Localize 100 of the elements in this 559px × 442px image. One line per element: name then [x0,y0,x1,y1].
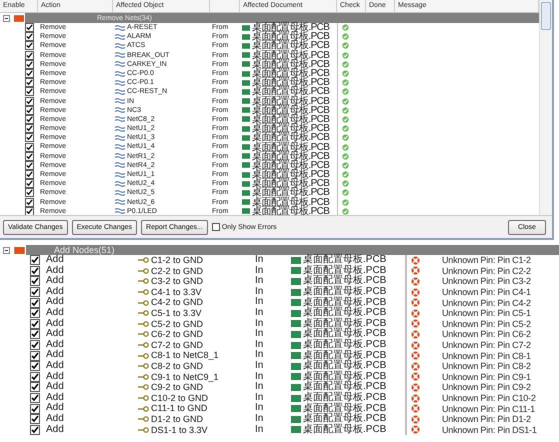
node-icon [138,426,149,433]
checkbox[interactable] [30,329,40,340]
checkbox[interactable] [30,361,40,372]
checkbox[interactable] [30,340,40,350]
net-icon [115,126,125,132]
folder-icon [14,14,24,22]
action-text: Add [46,360,64,372]
checkbox[interactable] [30,318,40,329]
checkbox[interactable] [30,404,40,414]
action-text: Add [46,266,64,276]
checkbox[interactable] [30,414,40,424]
action-text: Add [46,350,64,360]
checkbox[interactable] [25,23,34,32]
message-text: Unknown Pin: Pin C10-2 [442,393,536,404]
document-name: 桌面配置母板.PCB [252,170,330,180]
collapse-icon[interactable] [3,14,10,22]
net-icon [115,116,125,122]
checkbox[interactable] [30,350,40,361]
action-text: Add [46,297,64,308]
document-name: 桌面配置母板.PCB [303,329,386,340]
checkbox[interactable] [25,188,34,198]
document-name: 桌面配置母板.PCB [303,414,386,424]
checkbox[interactable] [212,223,220,231]
checkbox[interactable] [25,41,34,50]
action-text: Add [46,340,64,350]
document-name: 桌面配置母板.PCB [303,287,386,298]
checkbox[interactable] [25,96,34,106]
checkbox[interactable] [25,32,34,42]
checkbox[interactable] [25,179,34,188]
document-name: 桌面配置母板.PCB [303,266,386,276]
net-icon [115,88,125,95]
checkbox[interactable] [30,372,40,382]
checkbox[interactable] [25,124,34,134]
check-icon [342,116,349,123]
check-icon [342,180,349,188]
error-icon [411,382,420,392]
net-icon [115,208,125,214]
document-name: 桌面配置母板.PCB [252,133,330,142]
document-name: 桌面配置母板.PCB [252,41,330,50]
checkbox[interactable] [30,255,40,266]
document-name: 桌面配置母板.PCB [303,382,386,392]
message-text: Unknown Pin: Pin C1-2 [442,255,531,266]
node-name: C1-2 to GND [151,255,204,266]
error-icon [411,288,420,297]
message-text: Unknown Pin: Pin DS1-1 [442,424,537,435]
node-icon [138,374,149,380]
checkbox[interactable] [30,382,40,392]
node-icon [138,363,149,370]
checkbox[interactable] [30,308,40,318]
net-icon [115,70,125,77]
document-name: 桌面配置母板.PCB [252,142,330,152]
document-name: 桌面配置母板.PCB [252,188,330,198]
checkbox[interactable] [25,198,34,207]
document-name: 桌面配置母板.PCB [252,179,330,188]
node-icon [138,278,149,284]
net-icon [115,42,125,49]
message-text: Unknown Pin: Pin C8-2 [442,361,531,372]
checkbox[interactable] [30,276,40,286]
message-text: Unknown Pin: Pin C4-1 [442,287,531,298]
net-icon [115,24,125,31]
node-icon [138,320,149,327]
document-name: 桌面配置母板.PCB [252,50,330,60]
checkbox[interactable] [25,170,34,180]
error-icon [411,404,420,414]
checkbox[interactable] [25,142,34,152]
message-text: Unknown Pin: Pin C8-1 [442,350,531,361]
checkbox[interactable] [25,87,34,96]
check-icon [342,134,349,142]
scrollbar[interactable] [539,0,552,215]
direction-text: In [255,403,264,414]
checkbox[interactable] [30,287,40,298]
action-text: Add [46,329,64,340]
document-name: 桌面配置母板.PCB [303,404,386,414]
document-name: 桌面配置母板.PCB [303,350,386,361]
collapse-icon[interactable] [3,246,10,254]
checkbox[interactable] [30,393,40,404]
checkbox[interactable] [30,424,40,435]
check-icon [342,152,349,160]
node-name: C10-2 to GND [151,392,208,404]
node-icon [138,331,149,338]
node-icon [138,300,149,306]
checkbox[interactable] [25,78,34,88]
check-icon [342,171,349,178]
document-name: 桌面配置母板.PCB [252,78,330,88]
check-icon [342,98,349,105]
direction-text: In [255,329,264,340]
direction-text: In [255,360,264,372]
message-text: Unknown Pin: Pin C5-2 [442,318,531,329]
checkbox[interactable] [25,69,34,78]
direction-text: In [255,382,264,393]
checkbox[interactable] [25,50,34,60]
checkbox[interactable] [25,133,34,142]
check-icon [342,70,349,78]
node-icon [138,289,149,296]
action-text: Add [46,276,64,286]
checkbox[interactable] [30,298,40,308]
error-icon [411,372,420,382]
checkbox[interactable] [30,266,40,276]
error-icon [411,414,420,424]
message-text: Unknown Pin: Pin C3-2 [442,276,531,286]
